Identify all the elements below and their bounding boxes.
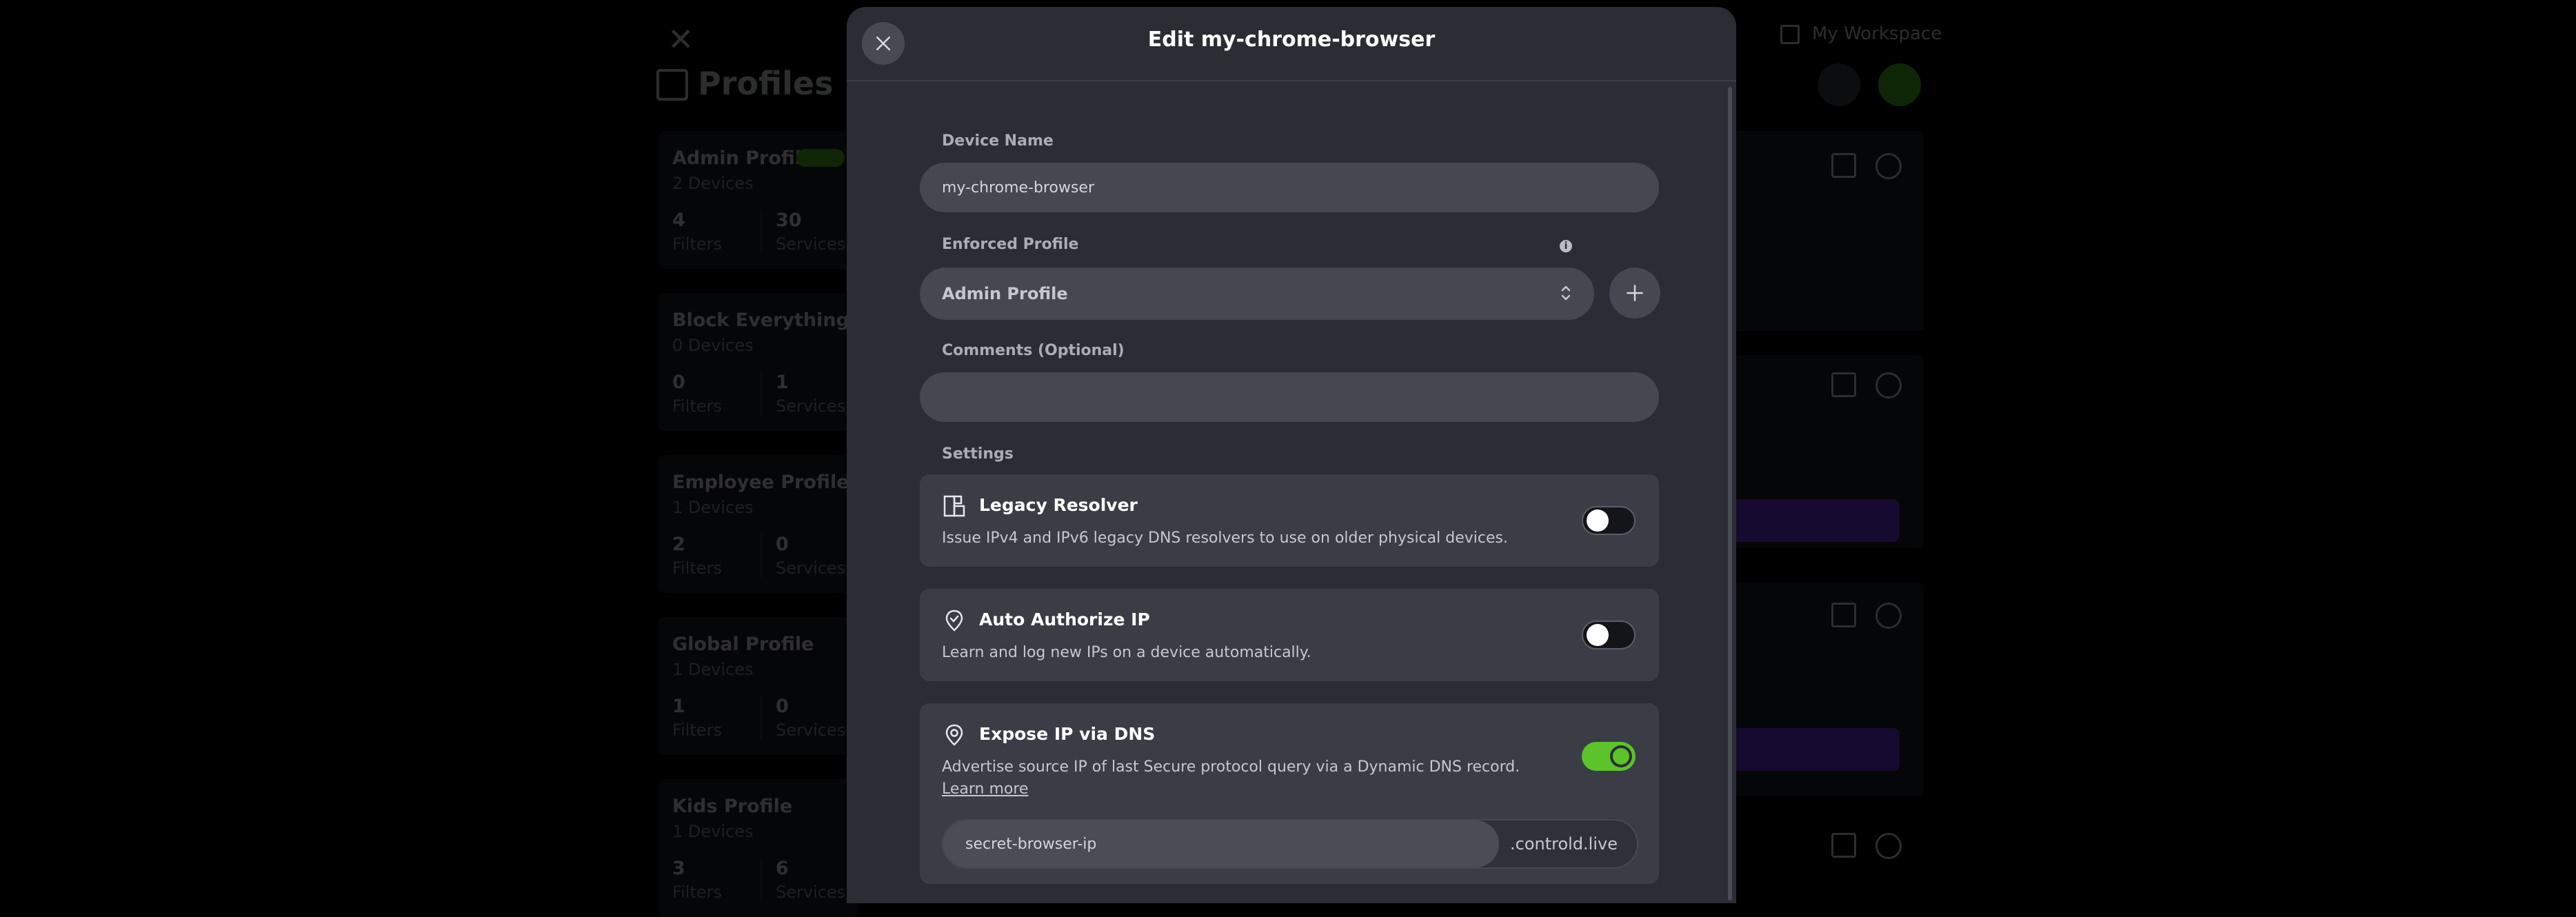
setting-expose-ip-via-dns: Expose IP via DNS Advertise source IP of… [920, 703, 1659, 884]
modal-title: Edit my-chrome-browser [1147, 28, 1436, 52]
legacy-resolver-toggle[interactable] [1582, 506, 1636, 535]
profile-devices: 0 Devices [672, 336, 754, 355]
more-icon[interactable] [1875, 603, 1902, 629]
settings-label: Settings [942, 445, 1014, 463]
page-title: Profiles [698, 65, 834, 102]
services-label: Services [776, 720, 846, 740]
hostname-field: secret-browser-ip .controld.live [942, 819, 1638, 869]
filters-label: Filters [672, 396, 722, 416]
comments-label: Comments (Optional) [942, 342, 1125, 359]
action-button[interactable] [1731, 728, 1900, 771]
add-profile-button[interactable] [1609, 268, 1660, 319]
more-icon[interactable] [1875, 833, 1902, 859]
filters-label: Filters [672, 883, 722, 902]
filters-count: 1 [672, 696, 685, 717]
divider [761, 372, 762, 416]
services-label: Services [776, 396, 846, 416]
profile-card[interactable]: Block Everything 0 Devices 0 1 Filters S… [658, 293, 858, 431]
close-icon[interactable]: ✕ [667, 21, 694, 58]
filters-label: Filters [672, 558, 722, 578]
auto-authorize-ip-toggle[interactable] [1582, 621, 1636, 649]
filters-count: 2 [672, 534, 685, 555]
hostname-input[interactable]: secret-browser-ip [943, 820, 1499, 867]
workspace-label: My Workspace [1812, 23, 1942, 44]
toggle-knob [1610, 745, 1632, 767]
location-pin-icon [945, 724, 963, 746]
toggle-knob [1587, 624, 1609, 646]
action-button[interactable] [1731, 499, 1900, 542]
profile-devices: 1 Devices [672, 498, 754, 517]
comments-input[interactable] [920, 372, 1659, 422]
divider [761, 534, 762, 578]
workspace-switcher[interactable]: My Workspace [1780, 23, 1942, 44]
location-badge-icon [945, 609, 963, 632]
avatar[interactable] [1818, 63, 1860, 106]
scrollbar[interactable] [1728, 87, 1732, 900]
hostname-value: secret-browser-ip [965, 835, 1097, 853]
profile-devices: 1 Devices [672, 822, 754, 841]
services-label: Services [776, 883, 846, 902]
profiles-icon [656, 69, 688, 101]
setting-description: Advertise source IP of last Secure proto… [942, 758, 1520, 776]
setting-auto-authorize-ip: Auto Authorize IP Learn and log new IPs … [920, 589, 1659, 681]
services-count: 0 [776, 696, 789, 717]
chevron-updown-icon [1561, 285, 1571, 301]
setting-title: Legacy Resolver [979, 495, 1138, 515]
services-label: Services [776, 234, 846, 254]
filters-count: 4 [672, 210, 685, 231]
edit-device-modal: Edit my-chrome-browser Device Name my-ch… [847, 7, 1736, 903]
filters-label: Filters [672, 720, 722, 740]
analytics-icon[interactable] [1831, 153, 1856, 178]
filters-count: 0 [672, 372, 685, 393]
plus-icon [1627, 285, 1643, 301]
device-name-input[interactable]: my-chrome-browser [920, 163, 1659, 212]
services-count: 1 [776, 372, 789, 393]
avatar[interactable] [1878, 63, 1921, 106]
profile-card[interactable]: Employee Profile 1 Devices 2 0 Filters S… [658, 455, 858, 593]
workspace-icon [1780, 24, 1800, 44]
modal-header: Edit my-chrome-browser [847, 7, 1736, 81]
analytics-icon[interactable] [1831, 372, 1856, 397]
setting-description: Issue IPv4 and IPv6 legacy DNS resolvers… [942, 530, 1508, 547]
analytics-icon[interactable] [1831, 833, 1856, 858]
info-icon[interactable]: i [1560, 240, 1572, 252]
setting-description: Learn and log new IPs on a device automa… [942, 644, 1311, 661]
device-name-label: Device Name [942, 132, 1054, 150]
device-name-value: my-chrome-browser [942, 179, 1094, 196]
profile-name: Employee Profile [672, 472, 849, 493]
more-icon[interactable] [1875, 153, 1902, 179]
profile-devices: 2 Devices [672, 174, 754, 193]
profile-card[interactable]: Kids Profile 1 Devices 3 6 Filters Servi… [658, 779, 858, 917]
hostname-suffix: .controld.live [1510, 834, 1618, 854]
analytics-icon[interactable] [1831, 603, 1856, 627]
services-count: 0 [776, 534, 789, 555]
resolver-icon [943, 495, 965, 517]
divider [761, 858, 762, 902]
setting-title: Auto Authorize IP [979, 609, 1150, 629]
profile-card[interactable]: Admin Profile 2 Devices 4 30 Filters Ser… [658, 131, 858, 269]
divider [761, 210, 762, 254]
filters-count: 3 [672, 858, 685, 879]
services-count: 30 [776, 210, 802, 231]
setting-legacy-resolver: Legacy Resolver Issue IPv4 and IPv6 lega… [920, 474, 1659, 567]
profile-name: Admin Profile [672, 148, 814, 169]
profile-name: Block Everything [672, 310, 849, 331]
enforced-profile-select[interactable]: Admin Profile [920, 268, 1594, 320]
setting-title: Expose IP via DNS [979, 724, 1156, 744]
profile-card[interactable]: Global Profile 1 Devices 1 0 Filters Ser… [658, 617, 858, 755]
divider [761, 696, 762, 740]
learn-more-link[interactable]: Learn more [942, 780, 1028, 798]
toggle-knob [1587, 510, 1609, 532]
profile-name: Kids Profile [672, 796, 793, 817]
more-icon[interactable] [1875, 372, 1902, 399]
services-count: 6 [776, 858, 789, 879]
status-badge [796, 149, 845, 167]
expose-ip-via-dns-toggle[interactable] [1582, 742, 1636, 771]
services-label: Services [776, 558, 846, 578]
filters-label: Filters [672, 234, 722, 254]
profile-name: Global Profile [672, 634, 814, 655]
enforced-profile-label: Enforced Profile [942, 236, 1079, 253]
enforced-profile-value: Admin Profile [942, 284, 1068, 303]
profile-devices: 1 Devices [672, 660, 754, 679]
